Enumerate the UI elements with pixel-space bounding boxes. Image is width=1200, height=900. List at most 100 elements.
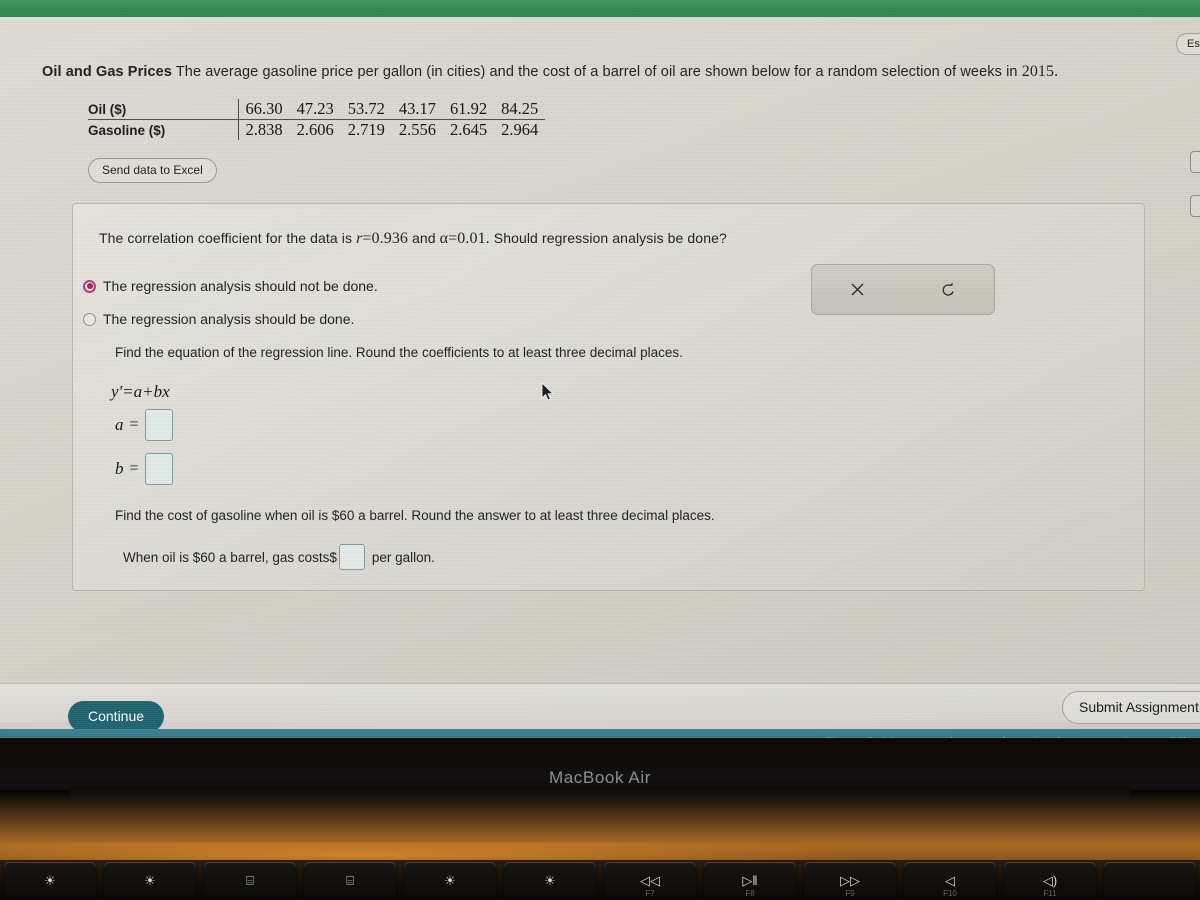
- undo-icon: [942, 282, 954, 296]
- submit-assignment-button[interactable]: Submit Assignment: [1062, 691, 1200, 724]
- data-table: Oil ($) 66.30 47.23 53.72 43.17 61.92 84.25 G…: [88, 99, 546, 140]
- rewind-icon: ◁◁: [640, 872, 660, 888]
- key-volume-down[interactable]: ◁) F11: [1004, 862, 1096, 898]
- q1-prefix: The correlation coefficient for the data…: [99, 230, 357, 246]
- cost-answer-row: When oil is $60 a barrel, gas costs$ per…: [123, 544, 435, 570]
- cell: 2.556: [398, 120, 436, 139]
- keyboard-light-up-icon: ☀: [544, 872, 556, 888]
- cell: 2.645: [450, 120, 488, 139]
- send-data-to-excel-button[interactable]: Send data to Excel: [88, 158, 217, 183]
- cost-answer-prefix: When oil is $60 a barrel, gas costs$: [123, 549, 337, 565]
- laptop-screen: Esp Oil and Gas Prices The average gasol…: [0, 0, 1200, 740]
- radio-selected-icon[interactable]: [83, 279, 96, 293]
- language-toggle-button[interactable]: Esp: [1176, 33, 1200, 55]
- correlation-question: The correlation coefficient for the data…: [99, 230, 727, 248]
- key-brightness-up[interactable]: ☀: [104, 862, 196, 898]
- problem-year: 2015.: [1021, 63, 1059, 80]
- cell: 84.25: [501, 99, 539, 118]
- key-fn-label: F10: [943, 889, 957, 898]
- coefficient-a-equals: =: [129, 416, 139, 433]
- radio-option-label: The regression analysis should not be do…: [103, 278, 378, 294]
- key-mission-control[interactable]: ⌸: [204, 862, 296, 898]
- cell: 2.964: [501, 120, 539, 139]
- key-fast-forward[interactable]: ▷▷ F9: [804, 862, 896, 898]
- answer-tools-toolbar: [811, 264, 995, 315]
- row-values-gasoline: 2.838 2.606 2.719 2.556 2.645 2.964: [237, 119, 546, 140]
- key-launchpad[interactable]: ⌸: [304, 862, 396, 898]
- volume-down-icon: ◁): [1042, 872, 1058, 888]
- assignment-page: Esp Oil and Gas Prices The average gasol…: [0, 17, 1200, 740]
- fast-forward-icon: ▷▷: [840, 872, 860, 888]
- clear-icon: [851, 283, 864, 296]
- regression-equation: y'=a+bx: [111, 382, 170, 401]
- play-pause-icon: ▷‖: [742, 872, 758, 888]
- cost-answer-input[interactable]: [338, 544, 365, 570]
- coefficient-b-symbol: b: [115, 459, 124, 478]
- coefficient-a-row: a =: [115, 409, 173, 441]
- keyboard-light-down-icon: ☀: [444, 872, 456, 888]
- key-mute[interactable]: ◁ F10: [904, 862, 996, 898]
- mute-icon: ◁: [945, 872, 955, 888]
- row-label-oil: Oil ($): [88, 99, 238, 120]
- function-key-row: ☀ ☀ ⌸ ⌸ ☀ ☀ ◁◁ F7 ▷‖ F8 ▷▷ F9 ◁ F10 ◁) F11: [0, 860, 1200, 900]
- alpha-symbol: α: [439, 230, 449, 247]
- laptop-photo: Esp Oil and Gas Prices The average gasol…: [0, 0, 1200, 900]
- coefficient-b-input[interactable]: [144, 453, 173, 485]
- coefficient-b-row: b =: [115, 453, 173, 485]
- mouse-cursor-icon: [541, 382, 554, 401]
- key-rewind[interactable]: ◁◁ F7: [604, 862, 696, 898]
- regression-line-prompt: Find the equation of the regression line…: [115, 345, 683, 360]
- top-green-bar: [0, 0, 1200, 17]
- key-fn-label: F9: [845, 889, 855, 898]
- radio-option-not-done[interactable]: The regression analysis should not be do…: [83, 278, 378, 294]
- q1-mid: and: [408, 230, 440, 246]
- table-row: Gasoline ($) 2.838 2.606 2.719 2.556 2.645 2.…: [88, 119, 546, 140]
- key-keyboard-light-down[interactable]: ☀: [404, 862, 496, 898]
- key-fn-label: F11: [1043, 889, 1057, 898]
- question-card: The correlation coefficient for the data…: [72, 203, 1145, 591]
- cell: 2.838: [245, 120, 283, 139]
- r-value: =0.936: [362, 230, 409, 247]
- radio-option-done[interactable]: The regression analysis should be done.: [83, 311, 354, 327]
- edge-tool-button-2[interactable]: [1190, 195, 1200, 217]
- problem-statement: Oil and Gas Prices The average gasoline …: [42, 62, 1152, 83]
- cell: 47.23: [296, 99, 334, 118]
- cell: 61.92: [450, 99, 488, 118]
- brightness-up-icon: ☀: [144, 872, 156, 888]
- mission-control-icon: ⌸: [246, 872, 254, 888]
- brightness-down-icon: ☀: [44, 872, 56, 888]
- q1-suffix: Should regression analysis be done?: [489, 230, 727, 246]
- cost-answer-suffix: per gallon.: [371, 549, 435, 565]
- key-keyboard-light-up[interactable]: ☀: [504, 862, 596, 898]
- macbook-brand-label: MacBook Air: [548, 768, 652, 787]
- coefficient-a-symbol: a: [115, 415, 124, 434]
- row-values-oil: 66.30 47.23 53.72 43.17 61.92 84.25: [237, 99, 546, 120]
- cell: 43.17: [398, 99, 436, 118]
- cell: 53.72: [347, 99, 385, 118]
- action-bar: [0, 683, 1200, 729]
- laptop-hinge: [0, 786, 1200, 860]
- problem-text: The average gasoline price per gallon (i…: [171, 64, 1022, 80]
- cell: 2.719: [347, 120, 385, 139]
- row-label-gasoline: Gasoline ($): [88, 122, 166, 138]
- coefficient-b-equals: =: [129, 460, 139, 477]
- edge-tool-button-1[interactable]: [1190, 151, 1200, 173]
- radio-unselected-icon[interactable]: [83, 312, 96, 326]
- continue-button[interactable]: Continue: [68, 701, 165, 732]
- table-row: Oil ($) 66.30 47.23 53.72 43.17 61.92 84.25: [88, 99, 546, 120]
- clear-button[interactable]: [812, 265, 903, 314]
- key-volume-up[interactable]: [1104, 862, 1196, 898]
- key-play-pause[interactable]: ▷‖ F8: [704, 862, 796, 898]
- cell: 2.606: [296, 120, 334, 139]
- alpha-value: =0.01.: [448, 230, 490, 247]
- radio-option-label: The regression analysis should be done.: [103, 311, 355, 327]
- key-brightness-down[interactable]: ☀: [4, 862, 96, 898]
- launchpad-icon: ⌸: [346, 872, 354, 888]
- undo-button[interactable]: [903, 265, 994, 314]
- problem-title: Oil and Gas Prices: [42, 64, 172, 80]
- data-table-wrapper: Oil ($) 66.30 47.23 53.72 43.17 61.92 84.25 G…: [88, 99, 546, 140]
- coefficient-a-input[interactable]: [144, 409, 173, 441]
- key-fn-label: F8: [745, 889, 755, 898]
- key-fn-label: F7: [645, 889, 655, 898]
- cell: 66.30: [245, 99, 283, 118]
